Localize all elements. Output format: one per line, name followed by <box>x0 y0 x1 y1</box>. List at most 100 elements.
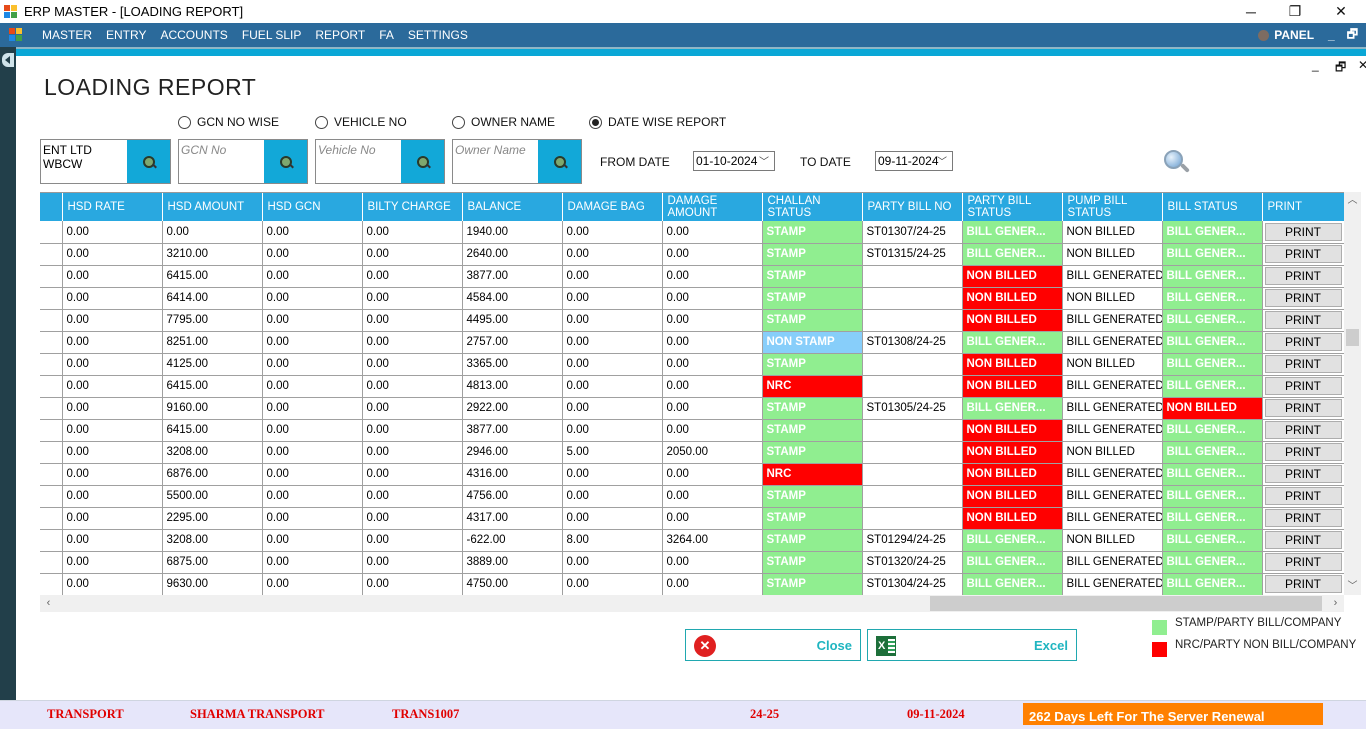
child-close-button[interactable]: ✕ <box>1358 58 1366 72</box>
table-row[interactable]: 0.00 3208.00 0.00 0.00 2946.00 5.00 2050.00 STA… <box>40 441 1344 464</box>
table-row[interactable]: 0.00 6415.00 0.00 0.00 4813.00 0.00 0.00 NRC NON… <box>40 375 1344 398</box>
print-button[interactable]: PRINT <box>1264 245 1342 263</box>
column-header[interactable]: PUMP BILL STATUS <box>1062 193 1163 221</box>
table-row[interactable]: 0.00 9630.00 0.00 0.00 4750.00 0.00 0.00 STAMP S… <box>40 573 1344 595</box>
column-header[interactable]: DAMAGE BAG <box>562 193 663 221</box>
print-button[interactable]: PRINT <box>1264 443 1342 461</box>
row-selector[interactable] <box>40 551 63 574</box>
horizontal-scrollbar[interactable]: ‹ › <box>40 595 1344 612</box>
print-button[interactable]: PRINT <box>1264 377 1342 395</box>
column-header[interactable]: DAMAGE AMOUNT <box>662 193 763 221</box>
from-date-picker[interactable]: 01-10-2024 ﹀ <box>693 151 775 171</box>
radio-date-wise-report[interactable]: DATE WISE REPORT <box>589 115 726 129</box>
row-selector[interactable] <box>40 309 63 332</box>
party-search-button[interactable] <box>127 140 170 183</box>
row-selector[interactable] <box>40 331 63 354</box>
gcn-search-button[interactable] <box>264 140 307 183</box>
chevron-down-icon[interactable]: ﹀ <box>759 153 769 168</box>
print-button[interactable]: PRINT <box>1264 399 1342 417</box>
radio-vehicle-no[interactable]: VEHICLE NO <box>315 115 407 129</box>
minimize-button[interactable]: ─ <box>1228 0 1274 23</box>
close-window-button[interactable]: ✕ <box>1318 0 1364 23</box>
chevron-down-icon[interactable]: ﹀ <box>937 153 947 168</box>
menu-report[interactable]: REPORT <box>308 23 372 47</box>
row-selector[interactable] <box>40 485 63 508</box>
row-selector[interactable] <box>40 375 63 398</box>
row-selector[interactable] <box>40 265 63 288</box>
row-selector[interactable] <box>40 463 63 486</box>
print-button[interactable]: PRINT <box>1264 465 1342 483</box>
radio-circle[interactable] <box>178 115 191 129</box>
print-button[interactable]: PRINT <box>1264 509 1342 527</box>
excel-button[interactable]: X Excel <box>867 629 1077 661</box>
close-button[interactable]: ✕ Close <box>685 629 861 661</box>
row-selector[interactable] <box>40 419 63 442</box>
print-button[interactable]: PRINT <box>1264 333 1342 351</box>
column-header[interactable]: HSD AMOUNT <box>162 193 263 221</box>
owner-search-button[interactable] <box>538 140 581 183</box>
horizontal-scroll-thumb[interactable] <box>930 596 1322 611</box>
table-row[interactable]: 0.00 2295.00 0.00 0.00 4317.00 0.00 0.00 STAMP N… <box>40 507 1344 530</box>
table-row[interactable]: 0.00 6415.00 0.00 0.00 3877.00 0.00 0.00 STAMP N… <box>40 265 1344 288</box>
row-selector[interactable] <box>40 287 63 310</box>
gcn-input[interactable]: GCN No <box>179 140 264 183</box>
menu-accounts[interactable]: ACCOUNTS <box>153 23 234 47</box>
menu-entry[interactable]: ENTRY <box>99 23 153 47</box>
table-row[interactable]: 0.00 3208.00 0.00 0.00 -622.00 8.00 3264.00 STA… <box>40 529 1344 552</box>
table-row[interactable]: 0.00 9160.00 0.00 0.00 2922.00 0.00 0.00 STAMP S… <box>40 397 1344 420</box>
print-button[interactable]: PRINT <box>1264 222 1342 241</box>
print-button[interactable]: PRINT <box>1264 531 1342 549</box>
row-selector[interactable] <box>40 573 63 595</box>
mdi-restore-button[interactable]: 🗗 <box>1347 25 1358 46</box>
menu-settings[interactable]: SETTINGS <box>401 23 475 47</box>
column-header[interactable]: BILTY CHARGE <box>362 193 463 221</box>
table-row[interactable]: 0.00 6875.00 0.00 0.00 3889.00 0.00 0.00 STAMP S… <box>40 551 1344 574</box>
menu-fuel-slip[interactable]: FUEL SLIP <box>235 23 309 47</box>
vehicle-search-button[interactable] <box>401 140 444 183</box>
vertical-scroll-thumb[interactable] <box>1346 329 1359 346</box>
menu-fa[interactable]: FA <box>372 23 401 47</box>
column-header[interactable]: HSD RATE <box>62 193 163 221</box>
row-selector[interactable] <box>40 353 63 376</box>
to-date-picker[interactable]: 09-11-2024 ﹀ <box>875 151 953 171</box>
print-button[interactable]: PRINT <box>1264 553 1342 571</box>
table-row[interactable]: 0.00 4125.00 0.00 0.00 3365.00 0.00 0.00 STAMP N… <box>40 353 1344 376</box>
scroll-down-icon[interactable]: ﹀ <box>1344 578 1361 595</box>
print-button[interactable]: PRINT <box>1264 575 1342 593</box>
print-button[interactable]: PRINT <box>1264 311 1342 329</box>
column-header[interactable]: PARTY BILL NO <box>862 193 963 221</box>
row-selector[interactable] <box>40 221 63 244</box>
print-button[interactable]: PRINT <box>1264 355 1342 373</box>
row-selector[interactable] <box>40 397 63 420</box>
menu-master[interactable]: MASTER <box>35 23 99 47</box>
owner-input[interactable]: Owner Name <box>453 140 538 183</box>
child-minimize-button[interactable]: _ <box>1312 58 1319 72</box>
scroll-right-icon[interactable]: › <box>1327 595 1344 612</box>
column-header[interactable]: CHALLAN STATUS <box>762 193 863 221</box>
print-button[interactable]: PRINT <box>1264 267 1342 285</box>
table-row[interactable]: 0.00 7795.00 0.00 0.00 4495.00 0.00 0.00 STAMP N… <box>40 309 1344 332</box>
table-row[interactable]: 0.00 6414.00 0.00 0.00 4584.00 0.00 0.00 STAMP N… <box>40 287 1344 310</box>
print-button[interactable]: PRINT <box>1264 289 1342 307</box>
panel-button[interactable]: PANEL <box>1274 28 1314 42</box>
radio-circle[interactable] <box>452 115 465 129</box>
party-input[interactable]: ENT LTD WBCW <box>41 140 127 183</box>
radio-circle[interactable] <box>315 115 328 129</box>
search-report-button[interactable] <box>1162 148 1190 176</box>
column-header[interactable]: BALANCE <box>462 193 563 221</box>
print-button[interactable]: PRINT <box>1264 421 1342 439</box>
table-row[interactable]: 0.00 6876.00 0.00 0.00 4316.00 0.00 0.00 NRC NON… <box>40 463 1344 486</box>
scroll-left-icon[interactable]: ‹ <box>40 595 57 612</box>
row-selector[interactable] <box>40 441 63 464</box>
mdi-minimize-button[interactable]: _ <box>1328 28 1335 42</box>
row-selector[interactable] <box>40 529 63 552</box>
column-header[interactable]: HSD GCN <box>262 193 363 221</box>
table-row[interactable]: 0.00 5500.00 0.00 0.00 4756.00 0.00 0.00 STAMP N… <box>40 485 1344 508</box>
scroll-up-icon[interactable]: ︿ <box>1344 192 1361 209</box>
radio-owner-name[interactable]: OWNER NAME <box>452 115 555 129</box>
table-row[interactable]: 0.00 8251.00 0.00 0.00 2757.00 0.00 0.00 NON ST… <box>40 331 1344 354</box>
restore-button[interactable]: ❐ <box>1272 0 1318 23</box>
print-button[interactable]: PRINT <box>1264 487 1342 505</box>
column-header[interactable]: BILL STATUS <box>1162 193 1263 221</box>
column-header[interactable]: PRINT <box>1262 193 1344 221</box>
